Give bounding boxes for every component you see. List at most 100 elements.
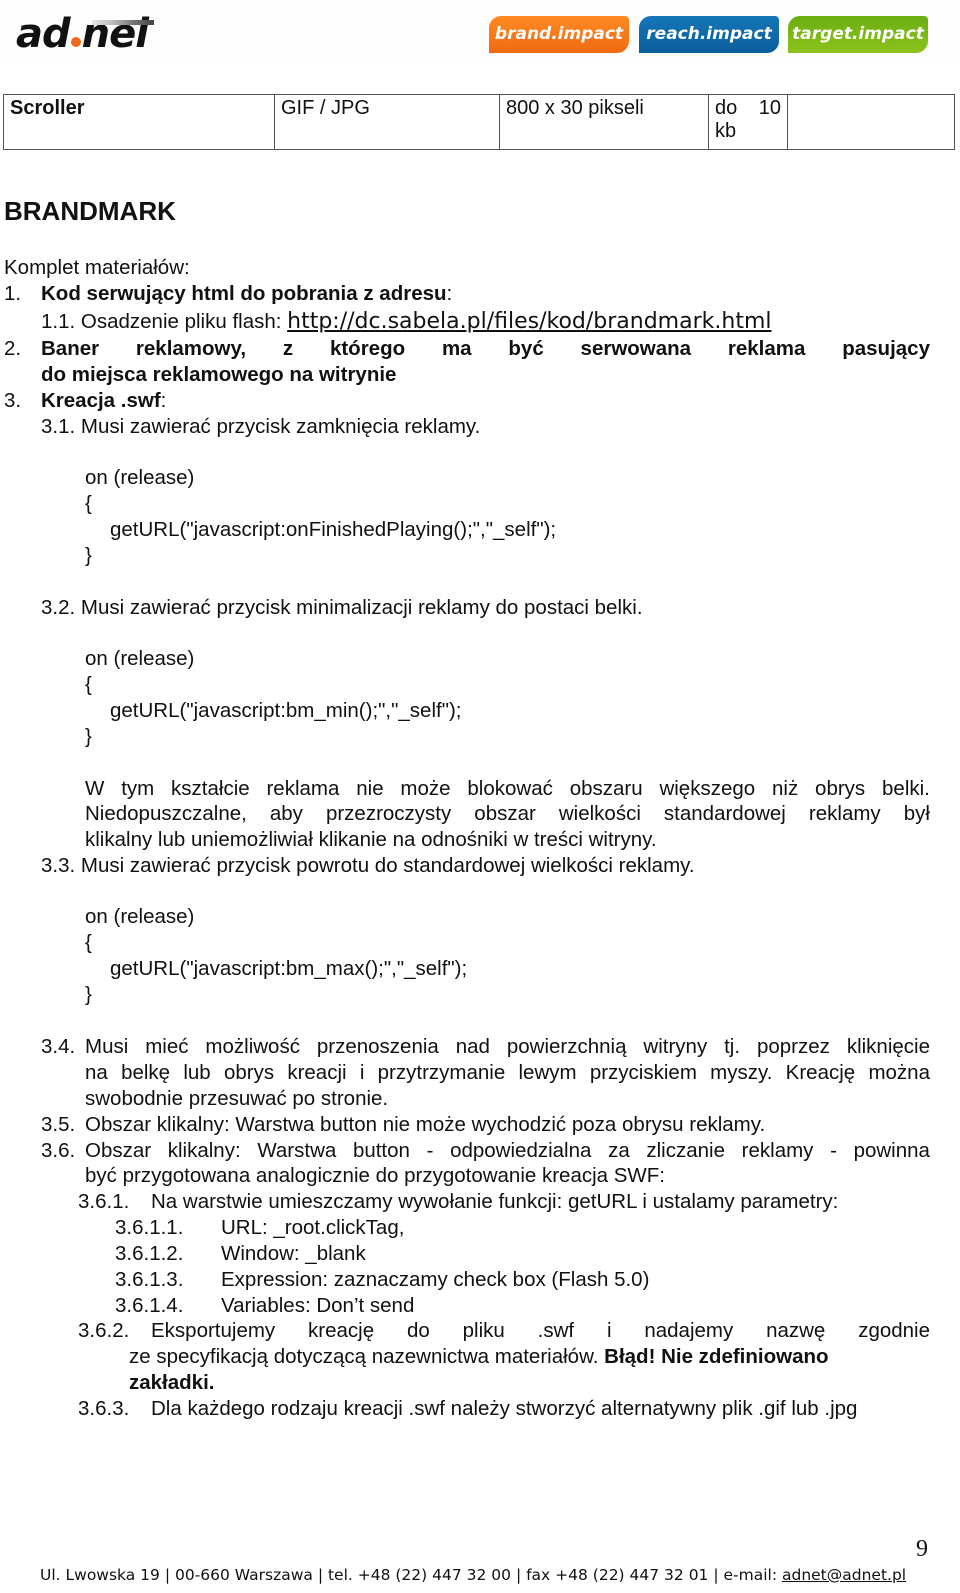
word: Eksportujemy — [151, 1319, 276, 1342]
word: standardowej — [663, 802, 786, 825]
word: nazwę — [766, 1319, 826, 1342]
word: kreacji — [287, 1061, 347, 1084]
list-number: 3.6.1.2. — [115, 1242, 184, 1265]
email-link[interactable]: adnet@adnet.pl — [782, 1566, 906, 1584]
word: .swf — [537, 1319, 575, 1342]
list-number: 3.6.3. — [78, 1397, 130, 1420]
sub-item-variables: Variables: Don’t send — [221, 1294, 415, 1317]
error-text: Błąd! Nie zdefiniowano — [604, 1345, 829, 1368]
code-line: } — [85, 544, 92, 567]
list-number: 3.6.1.3. — [115, 1268, 184, 1291]
list-number: 1. — [4, 282, 22, 305]
word: Obszar — [85, 1139, 152, 1162]
word: reklama — [266, 777, 340, 800]
colon: : — [446, 282, 453, 305]
sub-item-window: Window: _blank — [221, 1242, 366, 1265]
logo-text-left: ad — [16, 11, 71, 57]
word: można — [868, 1061, 930, 1084]
word: większego — [659, 777, 756, 800]
list-item-3-4-line-2: na belkę lub obrys kreacji i przytrzymanie lewy… — [85, 1060, 930, 1086]
word: tj. — [724, 1035, 741, 1058]
word: belki. — [882, 777, 930, 800]
word: blokować — [467, 777, 553, 800]
format-spec-table: Scroller GIF / JPG 800 x 30 pikseli do 1… — [3, 94, 955, 150]
list-item-3-4-line-3: swobodnie przesuwać po stronie. — [85, 1087, 389, 1110]
word: pasujący — [842, 337, 930, 360]
word: button — [352, 1139, 410, 1162]
word: myszy. — [710, 1061, 773, 1084]
word: Baner — [41, 337, 100, 360]
word: może — [400, 777, 451, 800]
code-line: { — [85, 673, 92, 696]
list-item-2-line-1: Baner reklamowy, z którego ma być serwowana rek… — [41, 336, 930, 362]
paragraph-line: Wtym kształcie reklama nie może blokować obsza… — [85, 776, 930, 802]
list-item-3-1: 3.1. Musi zawierać przycisk zamknięcia r… — [41, 415, 481, 438]
word: Niedopuszczalne, — [85, 802, 247, 825]
word: i — [359, 1061, 365, 1084]
word: reklamowy, — [135, 337, 247, 360]
word: nadajemy — [644, 1319, 734, 1342]
list-number: 3.6.2. — [78, 1319, 130, 1342]
word: przyciskiem — [589, 1061, 697, 1084]
word: zgodnie — [858, 1319, 930, 1342]
list-number: 3.6. — [41, 1139, 76, 1162]
brand-impact-badge: brand.impact — [489, 16, 629, 53]
code-line: on (release) — [85, 905, 195, 928]
list-item-3-6-2-line-1: Eksportujemy kreację do pliku .swf i nadajemy n… — [151, 1318, 930, 1344]
word: pliku — [462, 1319, 505, 1342]
word: aby — [269, 802, 303, 825]
word: kreację — [308, 1319, 375, 1342]
list-item-1-1: 1.1. Osadzenie pliku flash: http://dc.sa… — [41, 309, 771, 335]
word: którego — [329, 337, 406, 360]
word: niż — [772, 777, 799, 800]
word: przenoszenia — [316, 1035, 439, 1058]
list-item-text: Kod serwujący html do pobrania z adresu — [41, 282, 447, 305]
word: kształcie — [171, 777, 250, 800]
list-item-3-6-1: Na warstwie umieszczamy wywołanie funkcj… — [151, 1190, 839, 1213]
list-item-2: 2. — [4, 336, 21, 362]
word: obszar — [474, 802, 536, 825]
word: reklamy — [741, 1139, 814, 1162]
word: powinna — [853, 1139, 930, 1162]
page-number: 9 — [916, 1536, 928, 1562]
empty-cell — [787, 94, 955, 150]
sub-item-url: URL: _root.clickTag, — [221, 1216, 405, 1239]
list-number: 3.4. — [41, 1035, 76, 1058]
word: zliczanie — [646, 1139, 725, 1162]
list-number: 3.6.1.4. — [115, 1294, 184, 1317]
list-item-3-2: 3.2. Musi zawierać przycisk minimalizacj… — [41, 596, 643, 619]
word: mieć — [145, 1035, 189, 1058]
list-number: 3.5. — [41, 1113, 76, 1136]
word: lub — [183, 1061, 211, 1084]
format-name-cell: Scroller — [3, 94, 275, 150]
word: Warstwa — [257, 1139, 337, 1162]
list-number: 2. — [4, 337, 22, 360]
word: do — [406, 1319, 430, 1342]
list-item-text: Kreacja .swf — [41, 389, 161, 412]
code-line: on (release) — [85, 647, 195, 670]
word: nie — [356, 777, 384, 800]
word: poprzez — [756, 1035, 830, 1058]
header-banner: ad nel brand.impact reach.impact target.i… — [0, 0, 960, 64]
word: belkę — [121, 1061, 171, 1084]
list-item-3: 3. Kreacja .swf: — [4, 388, 166, 414]
word: obszaru — [569, 777, 643, 800]
list-item-3-6-3: Dla każdego rodzaju kreacji .swf należy … — [151, 1397, 858, 1420]
word: powierzchnią — [506, 1035, 627, 1058]
list-item-3-6-2-line-2: ze specyfikacją dotyczącą nazewnictwa ma… — [129, 1344, 829, 1370]
code-line: getURL("javascript:bm_max();","_self"); — [110, 957, 468, 980]
intro-text: Komplet materiałów: — [4, 256, 190, 279]
code-line: { — [85, 492, 92, 515]
list-item-3-5: Obszar klikalny: Warstwa button nie może… — [85, 1113, 766, 1136]
list-item-1: 1. Kod serwujący html do pobrania z adre… — [4, 281, 452, 307]
brandmark-code-link[interactable]: http://dc.sabela.pl/files/kod/brandmark.… — [287, 309, 771, 334]
colon: : — [160, 389, 167, 412]
word: za — [608, 1139, 630, 1162]
code-line: { — [85, 931, 92, 954]
word: lewym — [518, 1061, 577, 1084]
logo-dot-icon — [70, 37, 81, 47]
word: serwowana — [580, 337, 692, 360]
list-item-2-line-2: do miejsca reklamowego na witrynie — [41, 363, 397, 386]
word: Kreację — [785, 1061, 856, 1084]
code-line: on (release) — [85, 466, 195, 489]
